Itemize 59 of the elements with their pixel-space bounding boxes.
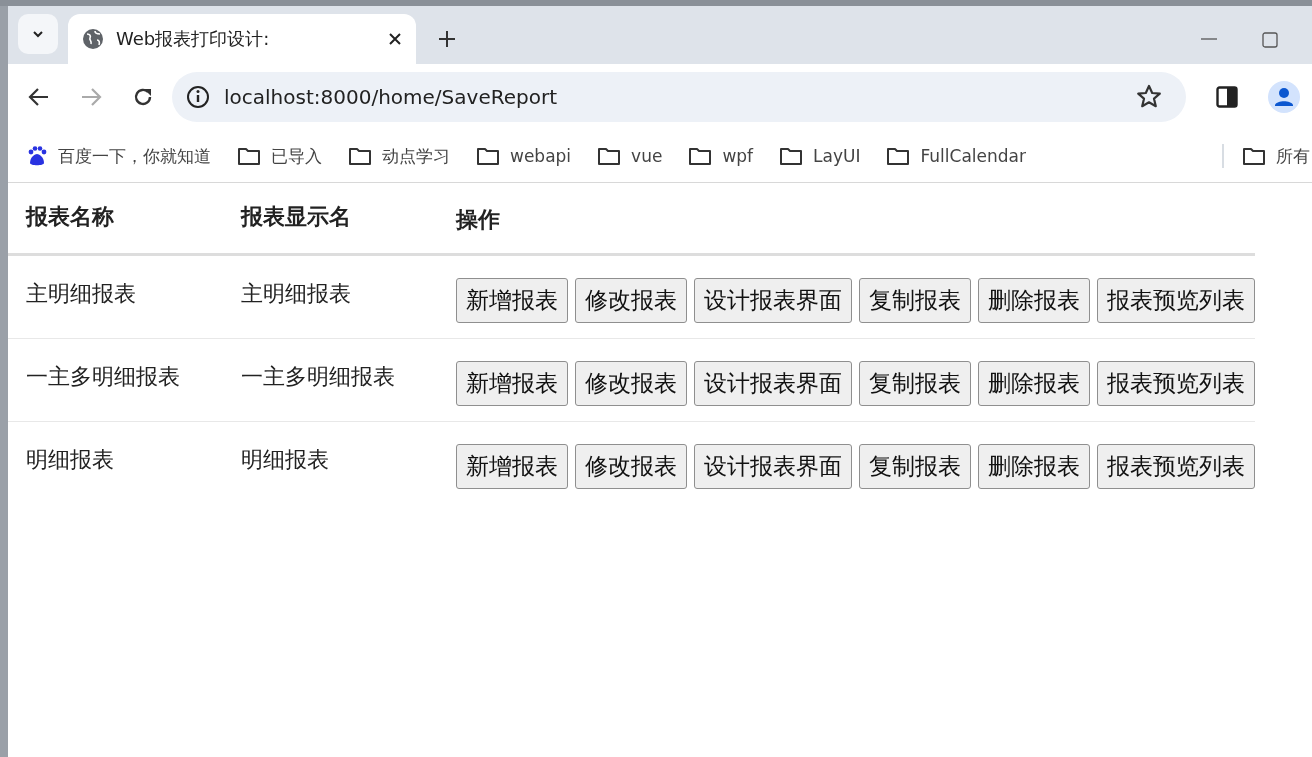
action-button[interactable]: 新增报表 bbox=[456, 277, 568, 323]
table-cell: 主明细报表 bbox=[241, 281, 351, 306]
bookmark-item[interactable]: vue bbox=[597, 146, 663, 166]
bookmark-item[interactable]: 动点学习 bbox=[348, 144, 450, 168]
info-icon bbox=[186, 85, 210, 109]
action-button[interactable]: 报表预览列表 bbox=[1097, 360, 1255, 406]
bookmark-item[interactable]: 已导入 bbox=[237, 144, 322, 168]
address-bar[interactable]: localhost:8000/home/SaveReport bbox=[172, 72, 1186, 122]
table-cell: 明细报表 bbox=[26, 447, 114, 472]
table-cell: 一主多明细报表 bbox=[241, 364, 395, 389]
maximize-icon[interactable] bbox=[1262, 32, 1278, 48]
action-button[interactable]: 复制报表 bbox=[859, 443, 971, 489]
action-button[interactable]: 修改报表 bbox=[575, 360, 687, 406]
action-button[interactable]: 删除报表 bbox=[978, 443, 1090, 489]
close-icon[interactable] bbox=[388, 32, 402, 46]
side-panel-icon[interactable] bbox=[1216, 86, 1238, 108]
folder-icon bbox=[779, 146, 804, 166]
action-button[interactable]: 删除报表 bbox=[978, 277, 1090, 323]
folder-icon bbox=[348, 146, 372, 166]
action-button[interactable]: 删除报表 bbox=[978, 360, 1090, 406]
action-button[interactable]: 修改报表 bbox=[575, 277, 687, 323]
paw-icon bbox=[26, 145, 48, 167]
folder-icon bbox=[688, 146, 713, 166]
folder-icon bbox=[476, 146, 500, 166]
new-tab-icon[interactable] bbox=[438, 30, 456, 48]
folder-icon bbox=[237, 146, 261, 166]
folder-icon bbox=[1242, 146, 1266, 166]
profile-avatar-icon[interactable] bbox=[1268, 81, 1300, 113]
table-cell: 一主多明细报表 bbox=[26, 364, 180, 389]
url-text: localhost:8000/home/SaveReport bbox=[224, 85, 557, 109]
bookmark-item[interactable]: LayUI bbox=[779, 146, 861, 166]
folder-icon bbox=[597, 146, 622, 166]
bookmark-item[interactable]: 百度一下，你就知道 bbox=[26, 144, 211, 168]
action-button[interactable]: 复制报表 bbox=[859, 277, 971, 323]
column-header: 报表名称 bbox=[26, 204, 114, 229]
bookmark-item[interactable]: webapi bbox=[476, 146, 572, 166]
globe-icon bbox=[82, 28, 104, 50]
back-arrow-icon[interactable] bbox=[28, 86, 50, 108]
table-cell: 主明细报表 bbox=[26, 281, 136, 306]
star-icon[interactable] bbox=[1136, 84, 1162, 110]
column-header: 报表显示名 bbox=[241, 204, 351, 229]
action-button[interactable]: 修改报表 bbox=[575, 443, 687, 489]
bookmark-item[interactable]: wpf bbox=[688, 146, 754, 166]
action-button[interactable]: 报表预览列表 bbox=[1097, 277, 1255, 323]
tab-title: Web报表打印设计: bbox=[116, 27, 271, 51]
bookmark-item[interactable]: FullCalendar bbox=[886, 146, 1026, 166]
browser-tab[interactable]: Web报表打印设计: bbox=[68, 14, 416, 64]
table-cell: 明细报表 bbox=[241, 447, 329, 472]
action-button[interactable]: 设计报表界面 bbox=[694, 443, 852, 489]
action-button[interactable]: 设计报表界面 bbox=[694, 360, 852, 406]
action-button[interactable]: 报表预览列表 bbox=[1097, 443, 1255, 489]
folder-icon bbox=[886, 146, 911, 166]
reload-icon[interactable] bbox=[132, 86, 154, 108]
column-header: 操作 bbox=[456, 207, 500, 232]
action-button[interactable]: 新增报表 bbox=[456, 360, 568, 406]
action-button[interactable]: 新增报表 bbox=[456, 443, 568, 489]
bookmark-item[interactable]: 所有 bbox=[1242, 144, 1310, 168]
action-button[interactable]: 设计报表界面 bbox=[694, 277, 852, 323]
action-button[interactable]: 复制报表 bbox=[859, 360, 971, 406]
